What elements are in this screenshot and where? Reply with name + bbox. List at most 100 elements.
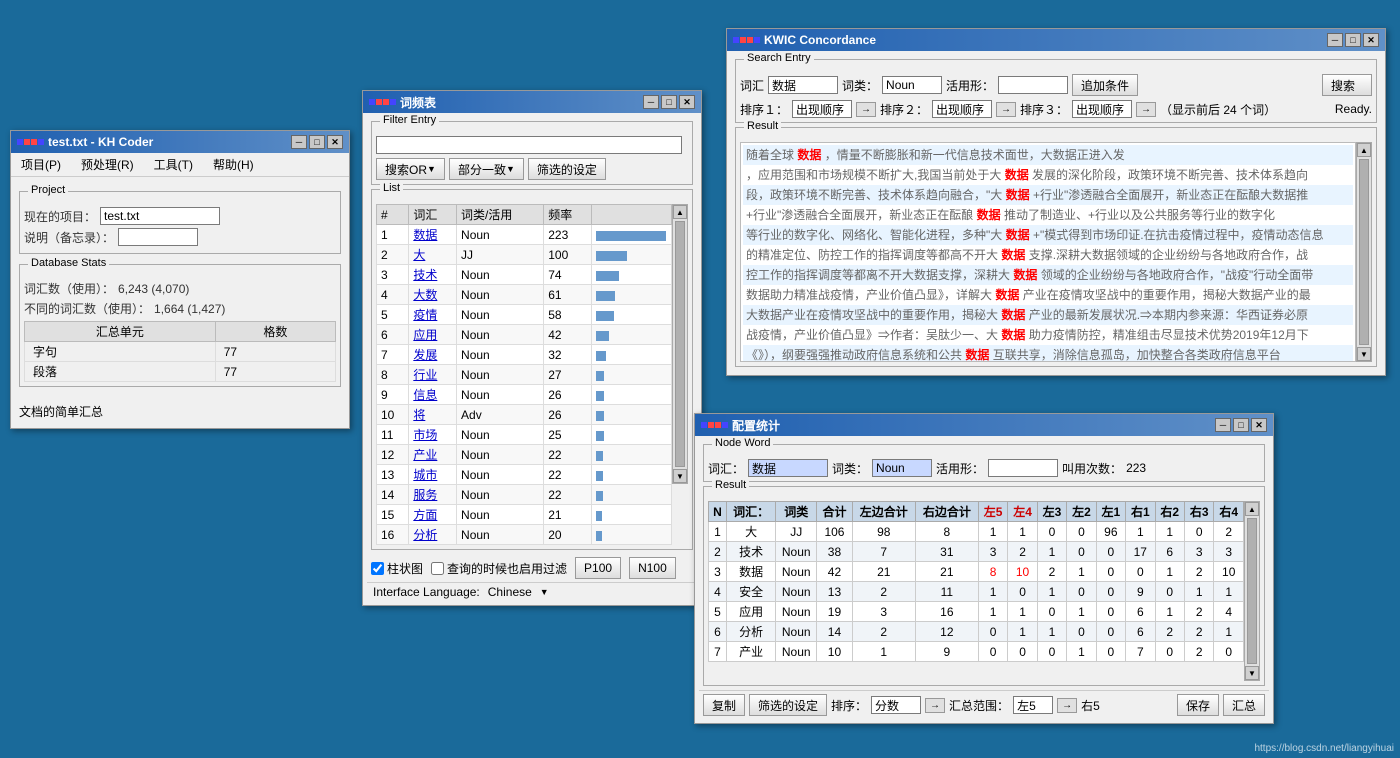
filter-checkbox-label[interactable]: 查询的时候也启用过滤 (431, 560, 567, 577)
freq-cell-word[interactable]: 服务 (409, 485, 457, 505)
kwic-maximize-btn[interactable]: □ (1345, 33, 1361, 47)
stats-form-input[interactable] (988, 459, 1058, 477)
freq-cell-word[interactable]: 分析 (409, 525, 457, 545)
scroll-up-btn[interactable]: ▲ (673, 205, 687, 219)
stats-scroll-up[interactable]: ▲ (1245, 502, 1259, 516)
search-or-btn[interactable]: 搜索OR ▼ (376, 158, 445, 180)
freq-table-row[interactable]: 6 应用 Noun 42 (377, 325, 672, 345)
filter-input[interactable] (376, 136, 682, 154)
bar-chart-checkbox[interactable] (371, 562, 384, 575)
save-btn[interactable]: 保存 (1177, 694, 1219, 716)
bar-chart-checkbox-label[interactable]: 柱状图 (371, 560, 423, 577)
sort1-arrow-btn[interactable]: → (856, 102, 876, 117)
freq-maximize-btn[interactable]: □ (661, 95, 677, 109)
freq-cell-word[interactable]: 数据 (409, 225, 457, 245)
freq-close-btn[interactable]: ✕ (679, 95, 695, 109)
menu-tools[interactable]: 工具(T) (150, 155, 197, 174)
kwic-add-btn[interactable]: 追加条件 (1072, 74, 1138, 96)
stats-word-input[interactable] (748, 459, 828, 477)
menu-project[interactable]: 项目(P) (17, 155, 65, 174)
stats-table-row[interactable]: 7 产业 Noun 10 1 9 0 0 0 1 0 7 0 2 0 (709, 642, 1244, 662)
stats-maximize-btn[interactable]: □ (1233, 418, 1249, 432)
freq-cell-word[interactable]: 方面 (409, 505, 457, 525)
freq-table-row[interactable]: 14 服务 Noun 22 (377, 485, 672, 505)
stats-scrollbar[interactable]: ▲ ▼ (1244, 501, 1260, 681)
freq-cell-word[interactable]: 信息 (409, 385, 457, 405)
n100-btn[interactable]: N100 (629, 557, 676, 579)
kwic-close-btn[interactable]: ✕ (1363, 33, 1379, 47)
total-range-input[interactable] (1013, 696, 1053, 714)
freq-table-row[interactable]: 10 将 Adv 26 (377, 405, 672, 425)
freq-cell-word[interactable]: 行业 (409, 365, 457, 385)
freq-table-row[interactable]: 4 大数 Noun 61 (377, 285, 672, 305)
current-project-input[interactable] (100, 207, 220, 225)
freq-table-row[interactable]: 13 城市 Noun 22 (377, 465, 672, 485)
sort2-input[interactable] (932, 100, 992, 118)
copy-btn[interactable]: 复制 (703, 694, 745, 716)
kwic-scrollbar[interactable]: ▲ ▼ (1356, 142, 1372, 362)
freq-minimize-btn[interactable]: ─ (643, 95, 659, 109)
main-maximize-btn[interactable]: □ (309, 135, 325, 149)
scroll-thumb[interactable] (675, 221, 685, 467)
kwic-scroll-up[interactable]: ▲ (1357, 143, 1371, 157)
freq-cell-word[interactable]: 市场 (409, 425, 457, 445)
stats-type-input[interactable] (872, 459, 932, 477)
filter-checkbox[interactable] (431, 562, 444, 575)
freq-cell-word[interactable]: 将 (409, 405, 457, 425)
freq-table-row[interactable]: 5 疫情 Noun 58 (377, 305, 672, 325)
freq-cell-word[interactable]: 大数 (409, 285, 457, 305)
stats-minimize-btn[interactable]: ─ (1215, 418, 1231, 432)
freq-cell-word[interactable]: 疫情 (409, 305, 457, 325)
main-close-btn[interactable]: ✕ (327, 135, 343, 149)
freq-table-row[interactable]: 1 数据 Noun 223 (377, 225, 672, 245)
notes-input[interactable] (118, 228, 198, 246)
filter-settings-btn[interactable]: 筛选的设定 (528, 158, 606, 180)
stats-table-row[interactable]: 4 安全 Noun 13 2 11 1 0 1 0 0 9 0 1 1 (709, 582, 1244, 602)
kwic-form-input[interactable] (998, 76, 1068, 94)
freq-cell-word[interactable]: 技术 (409, 265, 457, 285)
stats-table-row[interactable]: 2 技术 Noun 38 7 31 3 2 1 0 0 17 6 3 3 (709, 542, 1244, 562)
kwic-type-input[interactable] (882, 76, 942, 94)
freq-cell-word[interactable]: 应用 (409, 325, 457, 345)
freq-table-row[interactable]: 9 信息 Noun 26 (377, 385, 672, 405)
scroll-down-btn[interactable]: ▼ (673, 469, 687, 483)
freq-table-row[interactable]: 2 大 JJ 100 (377, 245, 672, 265)
stats-scroll-down[interactable]: ▼ (1245, 666, 1259, 680)
freq-table-row[interactable]: 15 方面 Noun 21 (377, 505, 672, 525)
freq-cell-word[interactable]: 发展 (409, 345, 457, 365)
freq-table-row[interactable]: 11 市场 Noun 25 (377, 425, 672, 445)
freq-cell-word[interactable]: 产业 (409, 445, 457, 465)
freq-cell-word[interactable]: 大 (409, 245, 457, 265)
stats-scroll-thumb[interactable] (1247, 518, 1257, 664)
main-minimize-btn[interactable]: ─ (291, 135, 307, 149)
stats-table-row[interactable]: 3 数据 Noun 42 21 21 8 10 2 1 0 0 1 2 10 (709, 562, 1244, 582)
sort-input[interactable] (871, 696, 921, 714)
stats-close-btn[interactable]: ✕ (1251, 418, 1267, 432)
menu-help[interactable]: 帮助(H) (209, 155, 258, 174)
stats-table-row[interactable]: 5 应用 Noun 19 3 16 1 1 0 1 0 6 1 2 4 (709, 602, 1244, 622)
menu-preprocess[interactable]: 预处理(R) (77, 155, 138, 174)
stats-filter-btn[interactable]: 筛选的设定 (749, 694, 827, 716)
freq-table-row[interactable]: 12 产业 Noun 22 (377, 445, 672, 465)
sort-arrow[interactable]: → (925, 698, 945, 713)
freq-cell-word[interactable]: 城市 (409, 465, 457, 485)
freq-table-row[interactable]: 7 发展 Noun 32 (377, 345, 672, 365)
kwic-minimize-btn[interactable]: ─ (1327, 33, 1343, 47)
p100-btn[interactable]: P100 (575, 557, 621, 579)
freq-scrollbar[interactable]: ▲ ▼ (672, 204, 688, 484)
kwic-scroll-down[interactable]: ▼ (1357, 347, 1371, 361)
kwic-scroll-thumb[interactable] (1359, 159, 1369, 345)
freq-table-row[interactable]: 3 技术 Noun 74 (377, 265, 672, 285)
sort3-arrow-btn[interactable]: → (1136, 102, 1156, 117)
range-arrow[interactable]: → (1057, 698, 1077, 713)
sort3-input[interactable] (1072, 100, 1132, 118)
sort2-arrow-btn[interactable]: → (996, 102, 1016, 117)
stats-table-row[interactable]: 1 大 JJ 106 98 8 1 1 0 0 96 1 1 0 2 (709, 522, 1244, 542)
partial-match-btn[interactable]: 部分一致 ▼ (449, 158, 524, 180)
kwic-search-btn[interactable]: 搜索 (1322, 74, 1372, 96)
summary-btn[interactable]: 汇总 (1223, 694, 1265, 716)
stats-table-row[interactable]: 6 分析 Noun 14 2 12 0 1 1 0 0 6 2 2 1 (709, 622, 1244, 642)
kwic-word-input[interactable] (768, 76, 838, 94)
sort1-input[interactable] (792, 100, 852, 118)
freq-table-row[interactable]: 16 分析 Noun 20 (377, 525, 672, 545)
